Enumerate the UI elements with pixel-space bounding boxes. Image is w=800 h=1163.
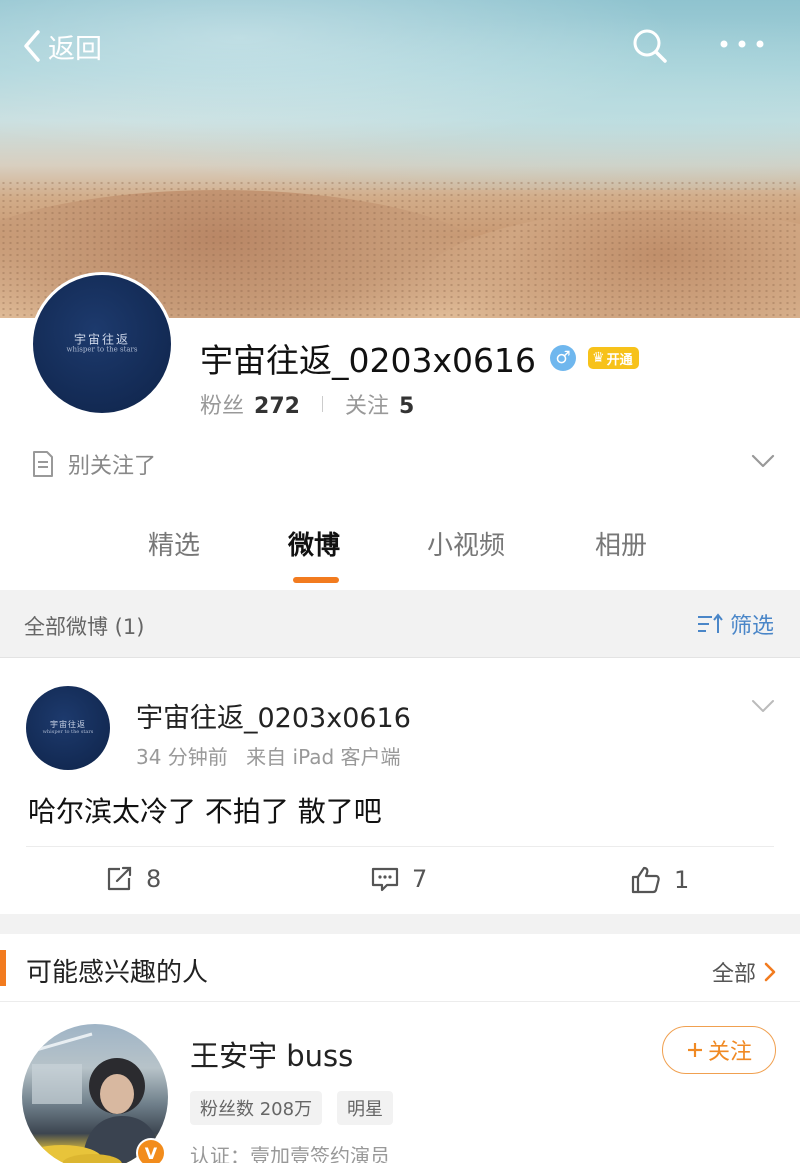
crown-icon: ♛: [592, 350, 605, 366]
recommend-header: 可能感兴趣的人 全部: [0, 934, 800, 1002]
back-button[interactable]: 返回: [22, 28, 102, 65]
chevron-right-icon: [764, 962, 776, 982]
filter-icon: [697, 613, 723, 633]
profile-intro[interactable]: 别关注了: [30, 448, 156, 480]
tab-featured[interactable]: 精选: [148, 525, 200, 562]
thumbs-up-icon: [631, 866, 660, 894]
post-author-name[interactable]: 宇宙往返_0203x0616: [136, 696, 411, 735]
tab-weibo[interactable]: 微博: [288, 525, 340, 562]
repost-icon: [107, 866, 132, 891]
intro-text: 别关注了: [68, 454, 157, 479]
profile-avatar[interactable]: 宇宙往返 whisper to the stars: [30, 272, 174, 416]
comment-icon: [371, 867, 399, 892]
followers-stat[interactable]: 粉丝 272: [200, 388, 300, 420]
like-button[interactable]: 1: [630, 864, 689, 896]
post-actions: 8 7 1: [0, 850, 800, 912]
accent-bar: [0, 950, 6, 986]
following-stat[interactable]: 关注 5: [345, 388, 414, 420]
tab-short-videos[interactable]: 小视频: [427, 525, 505, 562]
stats-divider: [321, 396, 323, 412]
see-all-button[interactable]: 全部: [712, 956, 778, 988]
comment-button[interactable]: 7: [370, 864, 427, 894]
section-gap: [0, 914, 800, 934]
plus-icon: [687, 1043, 702, 1057]
profile-tabs: 精选 微博 小视频 相册: [0, 525, 800, 585]
recommend-user-verification: 认证：壹加壹签约演员: [190, 1144, 390, 1163]
avatar-mark: 宇宙往返 whisper to the stars: [42, 719, 94, 735]
tab-albums[interactable]: 相册: [595, 525, 647, 562]
post-count-label: 全部微博 (1): [24, 615, 145, 639]
profile-stats: 粉丝 272 关注 5: [200, 388, 414, 420]
profile-banner: [0, 0, 800, 318]
active-tab-indicator: [293, 577, 339, 583]
post-meta: 34 分钟前 来自 iPad 客户端: [136, 741, 401, 770]
avatar-mark: 宇宙往返 whisper to the stars: [66, 332, 138, 354]
verified-badge-icon: V: [136, 1138, 166, 1163]
banner-sea: [0, 0, 800, 190]
follow-button[interactable]: 关注: [662, 1026, 776, 1074]
profile-username-row: 宇宙往返_0203x0616 ♂ ♛ 开通: [200, 334, 639, 382]
vip-badge[interactable]: ♛ 开通: [588, 347, 639, 369]
gender-male-icon: ♂: [550, 345, 576, 371]
filter-bar: 全部微博 (1) 筛选: [0, 590, 800, 658]
tag-category: 明星: [337, 1091, 393, 1125]
chevron-left-icon: [24, 30, 40, 62]
post-time: 34 分钟前: [136, 745, 228, 769]
back-label: 返回: [48, 33, 102, 65]
profile-username: 宇宙往返_0203x0616: [200, 341, 536, 380]
post-source: 来自 iPad 客户端: [246, 745, 401, 769]
chevron-down-icon[interactable]: [750, 698, 776, 714]
recommend-user-name[interactable]: 王安宇 buss: [190, 1033, 353, 1075]
recommend-title: 可能感兴趣的人: [26, 958, 209, 988]
tag-followers: 粉丝数 208万: [190, 1091, 323, 1125]
post-author-avatar[interactable]: 宇宙往返 whisper to the stars: [26, 686, 110, 770]
repost-button[interactable]: 8: [104, 864, 161, 894]
document-icon: [33, 451, 53, 477]
chevron-down-icon[interactable]: [750, 452, 776, 470]
post-text: 哈尔滨太冷了 不拍了 散了吧: [28, 795, 382, 828]
divider: [26, 846, 774, 847]
more-icon[interactable]: [718, 36, 766, 52]
search-icon[interactable]: [630, 26, 670, 66]
filter-button[interactable]: 筛选: [696, 608, 774, 640]
